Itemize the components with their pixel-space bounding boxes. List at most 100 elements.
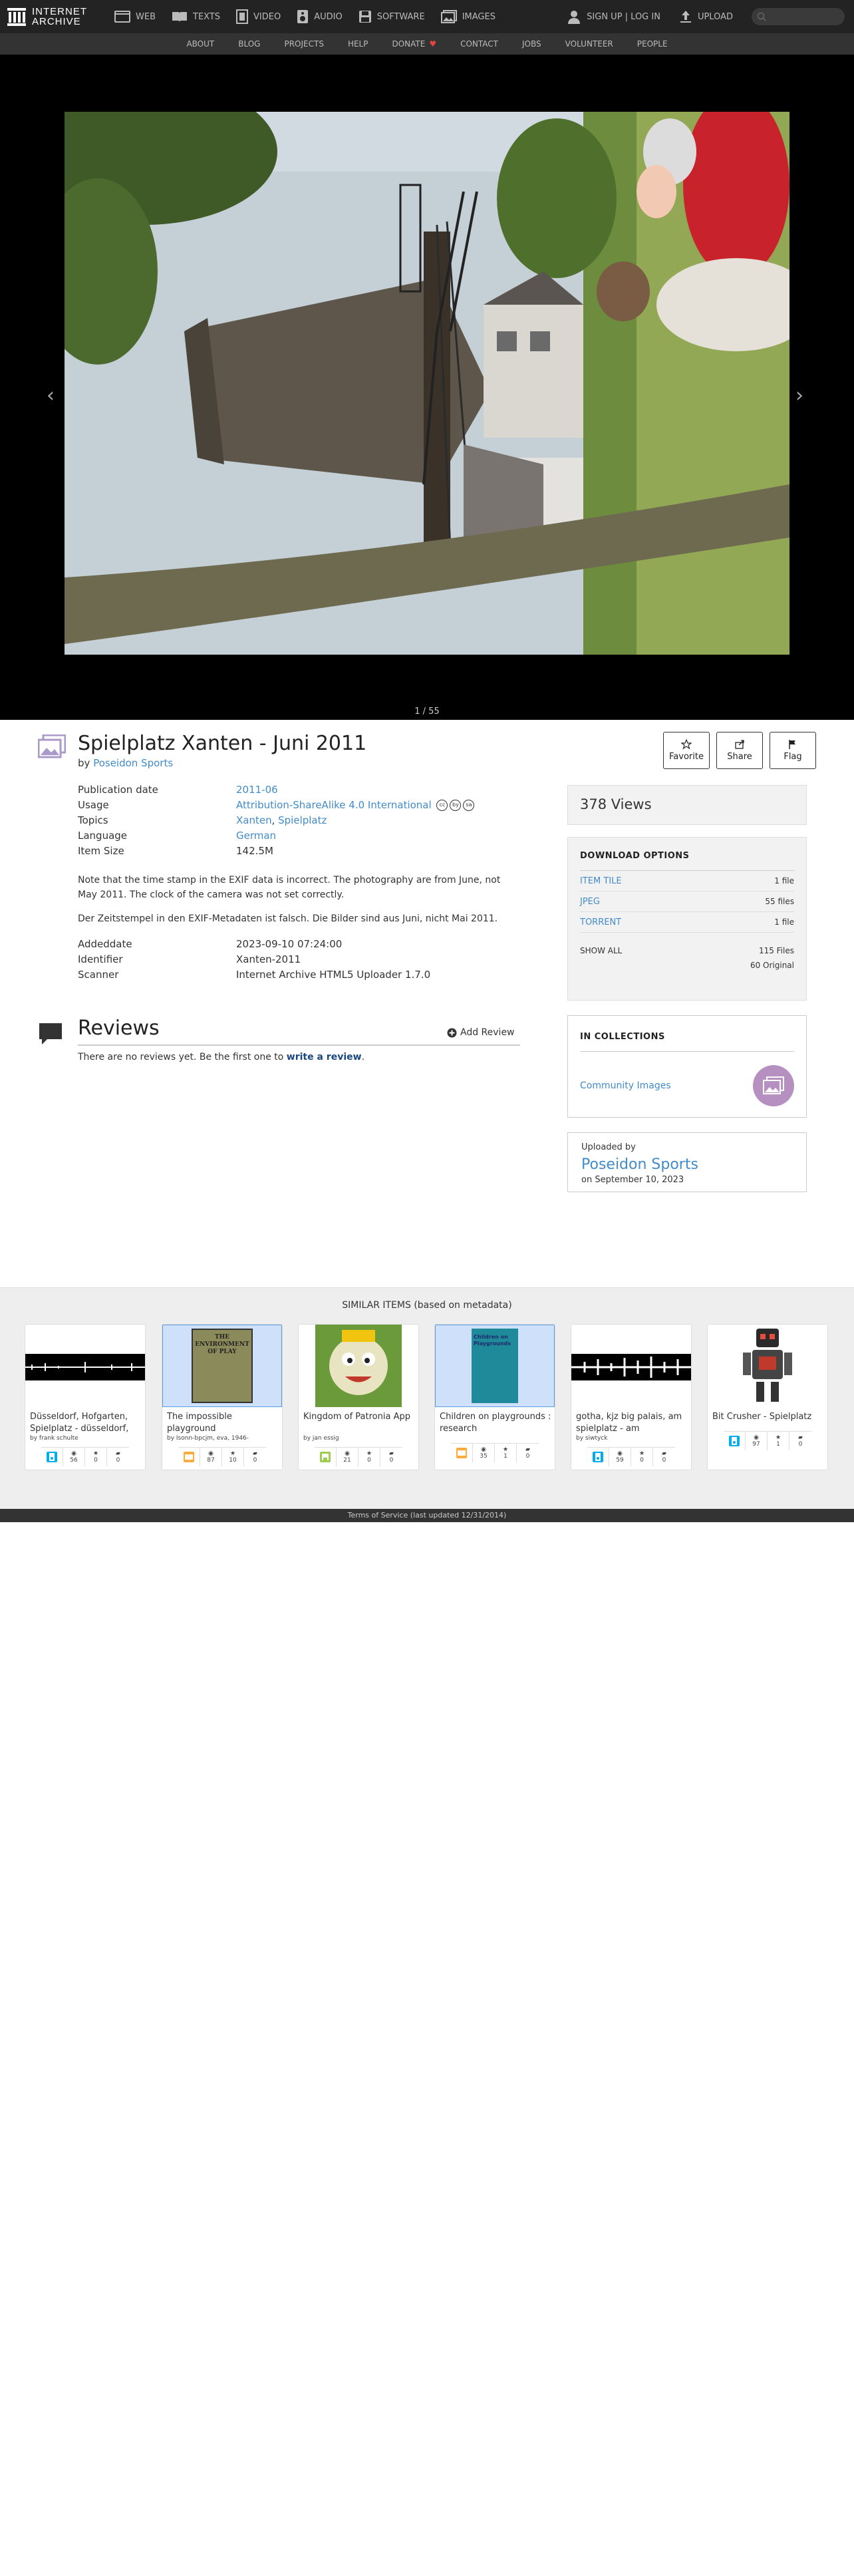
- web-icon: [114, 11, 130, 23]
- item-metadata: Publication date 2011-06 Usage Attribution…: [78, 784, 503, 860]
- collection-community-images-link[interactable]: Community Images: [580, 1080, 671, 1091]
- reviews-count-icon: ▰: [389, 1450, 394, 1457]
- subnav-volunteer[interactable]: VOLUNTEER: [565, 39, 613, 49]
- nav-software[interactable]: SOFTWARE: [358, 9, 425, 24]
- license-link[interactable]: Attribution-ShareAlike 4.0 International: [236, 799, 432, 811]
- add-review-button[interactable]: Add Review: [447, 1027, 515, 1038]
- upload-link[interactable]: UPLOAD: [679, 10, 733, 23]
- prev-image-arrow[interactable]: ‹: [47, 384, 55, 407]
- favorites-icon: ★: [775, 1434, 782, 1441]
- software-mediatype-icon: [320, 1452, 331, 1462]
- tile-title: Düsseldorf, Hofgarten, Spielplatz - düss…: [30, 1412, 129, 1434]
- share-button[interactable]: Share: [716, 732, 763, 769]
- terms-of-service-link[interactable]: Terms of Service (last updated 12/31/201…: [348, 1511, 507, 1520]
- show-all-link[interactable]: SHOW ALL: [580, 946, 622, 955]
- views-count: 378 Views: [567, 785, 807, 825]
- flag-button[interactable]: Flag: [770, 732, 816, 769]
- nav-audio[interactable]: AUDIO: [297, 9, 343, 24]
- collections-heading: IN COLLECTIONS: [580, 1032, 794, 1052]
- similar-items-section: SIMILAR ITEMS (based on metadata) Düssel…: [0, 1287, 854, 1510]
- signup-login-link[interactable]: SIGN UP | LOG IN: [567, 9, 660, 24]
- language-link[interactable]: German: [236, 830, 276, 842]
- download-jpeg-link[interactable]: JPEG: [580, 897, 600, 907]
- tile-byline: by siwtyck: [576, 1435, 608, 1442]
- similar-item-tile[interactable]: THE ENVIRONMENT OF PLAY The impossible p…: [162, 1324, 283, 1470]
- reviews-count-icon: ▰: [662, 1450, 666, 1457]
- total-files: 115 Files: [758, 946, 794, 955]
- floppy-icon: [358, 11, 371, 23]
- download-item-tile-link[interactable]: ITEM TILE: [580, 876, 622, 886]
- internet-archive-logo[interactable]: INTERNET ARCHIVE: [7, 7, 106, 27]
- similar-item-tile[interactable]: Düsseldorf, Hofgarten, Spielplatz - düss…: [25, 1324, 146, 1470]
- subnav-blog[interactable]: BLOG: [238, 39, 260, 49]
- author-link[interactable]: Poseidon Sports: [93, 757, 173, 769]
- texts-mediatype-icon: [184, 1452, 194, 1462]
- views-icon: ◉: [481, 1446, 486, 1453]
- write-review-link[interactable]: write a review: [287, 1052, 362, 1062]
- similar-item-tile[interactable]: gotha, kjz big palais, am spielplatz - a…: [571, 1324, 692, 1470]
- similar-item-tile[interactable]: Kingdom of Patronia App by jan essig ◉ 21…: [298, 1324, 419, 1470]
- image-viewer: ‹ › 1 / 55: [0, 55, 854, 720]
- item-size-value: 142.5M: [236, 845, 273, 857]
- audio-waveform-thumbnail: [25, 1325, 145, 1407]
- subnav-projects[interactable]: PROJECTS: [284, 39, 323, 49]
- images-icon: [763, 1076, 784, 1094]
- item-header: Spielplatz Xanten - Juni 2011 by Poseido…: [38, 732, 816, 772]
- robot-thumbnail: [708, 1325, 827, 1407]
- book-cover-thumbnail: THE ENVIRONMENT OF PLAY: [162, 1325, 282, 1407]
- search-icon: [757, 12, 766, 21]
- subnav-donate[interactable]: DONATE ♥: [392, 39, 436, 49]
- nav-texts[interactable]: TEXTS: [172, 9, 220, 24]
- download-torrent-link[interactable]: TORRENT: [580, 917, 621, 927]
- usage-label: Usage: [78, 799, 109, 811]
- reviews-count-icon: ▰: [253, 1450, 257, 1457]
- similar-item-tile[interactable]: Children on Playgrounds Children on play…: [434, 1324, 555, 1470]
- scanner-value: Internet Archive HTML5 Uploader 1.7.0: [236, 969, 431, 981]
- item-metadata-extra: Addeddate 2023-09-10 07:24:00 Identifier X…: [78, 938, 503, 984]
- archive-temple-icon: [7, 8, 26, 26]
- download-row: TORRENT 1 file: [580, 912, 794, 933]
- similar-item-tile[interactable]: Bit Crusher - Spielplatz ◉ 97 ★ 1 ▰ 0: [707, 1324, 828, 1470]
- favorite-button[interactable]: Favorite: [663, 732, 710, 769]
- subnav-people[interactable]: PEOPLE: [637, 39, 668, 49]
- nav-video[interactable]: VIDEO: [236, 9, 281, 24]
- windmill-photo[interactable]: [65, 112, 789, 655]
- views-icon: ◉: [754, 1434, 759, 1441]
- identifier-label: Identifier: [78, 953, 123, 965]
- tile-byline: by frank schulte: [30, 1435, 78, 1442]
- search-input[interactable]: [752, 8, 845, 25]
- nav-web[interactable]: WEB: [114, 9, 156, 24]
- speaker-icon: [297, 10, 309, 23]
- topic-xanten-link[interactable]: Xanten: [236, 814, 272, 826]
- item-byline: by Poseidon Sports: [78, 757, 174, 769]
- collections-box: IN COLLECTIONS Community Images: [567, 1015, 807, 1118]
- plus-circle-icon: [447, 1028, 457, 1037]
- similar-items-heading: SIMILAR ITEMS (based on metadata): [342, 1300, 512, 1311]
- reviews-heading: Reviews: [78, 1017, 160, 1040]
- subnav-help[interactable]: HELP: [348, 39, 368, 49]
- topic-spielplatz-link[interactable]: Spielplatz: [278, 814, 327, 826]
- nav-images[interactable]: IMAGES: [440, 9, 496, 24]
- identifier-value: Xanten-2011: [236, 953, 301, 965]
- publication-date-link[interactable]: 2011-06: [236, 784, 278, 796]
- description-english: Note that the time stamp in the EXIF dat…: [78, 875, 501, 900]
- views-icon: ◉: [71, 1450, 76, 1457]
- views-icon: ◉: [617, 1450, 623, 1457]
- photo-illustration: [65, 112, 789, 655]
- subnav-about[interactable]: ABOUT: [186, 39, 214, 49]
- download-options-box: DOWNLOAD OPTIONS ITEM TILE 1 file JPEG 55 …: [567, 837, 807, 1001]
- tile-title: gotha, kjz big palais, am spielplatz - a…: [576, 1412, 682, 1434]
- original-files-count: 60 Original: [750, 961, 794, 970]
- tile-title: Children on playgrounds : research: [440, 1412, 551, 1434]
- sub-nav: ABOUT BLOG PROJECTS HELP DONATE ♥ CONTACT…: [0, 33, 854, 55]
- uploader-link[interactable]: Poseidon Sports: [581, 1156, 793, 1173]
- subnav-jobs[interactable]: JOBS: [522, 39, 541, 49]
- collection-thumbnail[interactable]: [753, 1065, 794, 1106]
- share-icon: [735, 740, 744, 749]
- cc-sa-icon: sa: [463, 800, 475, 811]
- subnav-contact[interactable]: CONTACT: [460, 39, 498, 49]
- next-image-arrow[interactable]: ›: [795, 384, 803, 407]
- top-nav: INTERNET ARCHIVE WEB TEXTS VIDEO AUDIO S…: [0, 0, 854, 33]
- reviews-count-icon: ▰: [798, 1434, 803, 1441]
- favorites-icon: ★: [92, 1450, 99, 1457]
